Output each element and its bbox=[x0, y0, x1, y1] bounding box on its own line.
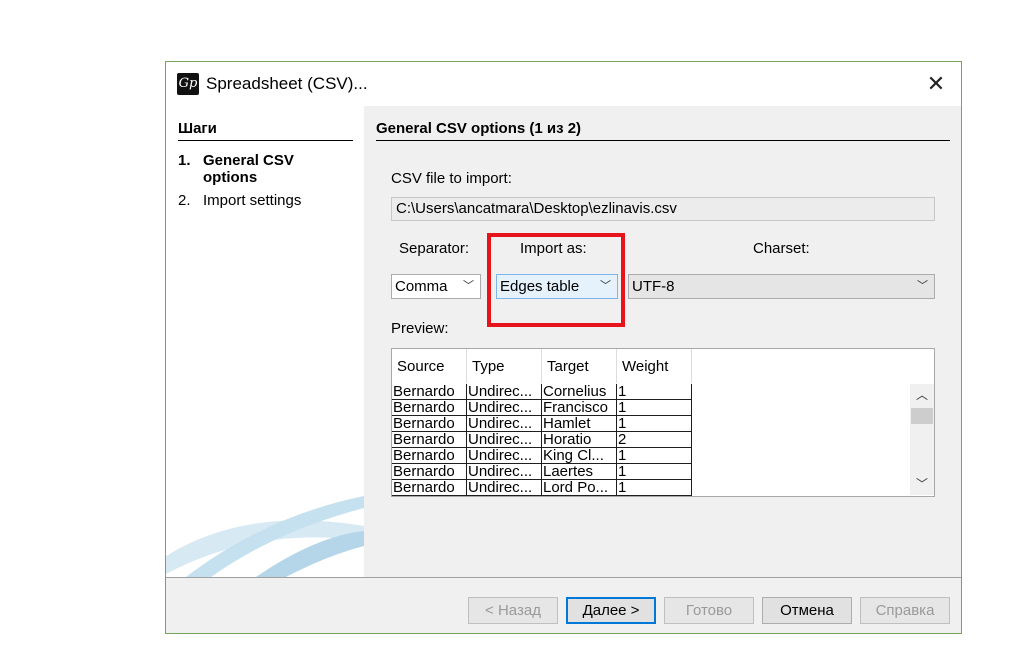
cell-source: Bernardo bbox=[392, 400, 467, 415]
cell-target: Lord Po... bbox=[542, 480, 617, 495]
scroll-down-button[interactable]: ﹀ bbox=[910, 473, 934, 495]
charset-select[interactable]: UTF-8 ﹀ bbox=[628, 274, 935, 299]
chevron-down-icon: ﹀ bbox=[463, 280, 474, 292]
cell-weight: 2 bbox=[617, 432, 692, 447]
cell-type: Undirec... bbox=[467, 384, 542, 399]
cancel-button[interactable]: Отмена bbox=[762, 597, 852, 624]
import-as-highlight-box bbox=[487, 233, 625, 327]
preview-table[interactable]: Source Type Target Weight Bernardo Undir… bbox=[391, 348, 935, 497]
cell-source: Bernardo bbox=[392, 432, 467, 447]
cell-weight: 1 bbox=[617, 448, 692, 463]
cell-source: Bernardo bbox=[392, 416, 467, 431]
gephi-app-icon: Gp bbox=[177, 73, 199, 95]
separator-label: Separator: bbox=[399, 240, 470, 257]
chevron-up-icon: ︿ bbox=[915, 388, 928, 402]
close-button[interactable]: ✕ bbox=[918, 66, 954, 102]
scrollbar-thumb[interactable] bbox=[911, 408, 933, 424]
step-import-settings: 2. Import settings bbox=[178, 192, 301, 209]
cell-target: Horatio bbox=[542, 432, 617, 447]
column-header-weight[interactable]: Weight bbox=[617, 349, 692, 383]
step-number: 1. bbox=[178, 152, 191, 169]
cell-target: King Cl... bbox=[542, 448, 617, 463]
table-row: Bernardo Undirec... Lord Po... 1 bbox=[392, 480, 692, 496]
scroll-up-button[interactable]: ︿ bbox=[910, 384, 934, 406]
table-row: Bernardo Undirec... King Cl... 1 bbox=[392, 448, 692, 464]
back-button[interactable]: < Назад bbox=[468, 597, 558, 624]
cell-type: Undirec... bbox=[467, 480, 542, 495]
step-general-csv-options: 1. General CSV options bbox=[178, 152, 313, 186]
wizard-decoration-graphic bbox=[166, 496, 364, 577]
footer-divider bbox=[166, 577, 961, 578]
cell-target: Francisco bbox=[542, 400, 617, 415]
cell-type: Undirec... bbox=[467, 400, 542, 415]
cell-type: Undirec... bbox=[467, 416, 542, 431]
table-row: Bernardo Undirec... Hamlet 1 bbox=[392, 416, 692, 432]
title-bar: Gp Spreadsheet (CSV)... ✕ bbox=[166, 62, 961, 106]
close-icon: ✕ bbox=[926, 71, 946, 96]
column-header-source[interactable]: Source bbox=[392, 349, 467, 383]
preview-vertical-scrollbar[interactable]: ︿ ﹀ bbox=[910, 384, 934, 495]
steps-panel: Шаги 1. General CSV options 2. Import se… bbox=[166, 106, 364, 577]
step-title: General CSV options (1 из 2) bbox=[376, 120, 950, 141]
csv-file-label: CSV file to import: bbox=[391, 170, 512, 187]
csv-file-path-field[interactable]: C:\Users\ancatmara\Desktop\ezlinavis.csv bbox=[391, 197, 935, 221]
cell-type: Undirec... bbox=[467, 432, 542, 447]
table-row: Bernardo Undirec... Horatio 2 bbox=[392, 432, 692, 448]
cell-source: Bernardo bbox=[392, 448, 467, 463]
column-header-target[interactable]: Target bbox=[542, 349, 617, 383]
cell-type: Undirec... bbox=[467, 464, 542, 479]
table-row: Bernardo Undirec... Cornelius 1 bbox=[392, 384, 692, 400]
finish-button[interactable]: Готово bbox=[664, 597, 754, 624]
step-label: Import settings bbox=[203, 192, 302, 209]
separator-value: Comma bbox=[395, 278, 448, 295]
csv-import-dialog: Gp Spreadsheet (CSV)... ✕ Шаги 1. Genera… bbox=[165, 61, 962, 634]
next-button[interactable]: Далее > bbox=[566, 597, 656, 624]
cell-target: Laertes bbox=[542, 464, 617, 479]
cell-weight: 1 bbox=[617, 400, 692, 415]
separator-select[interactable]: Comma ﹀ bbox=[391, 274, 481, 299]
cell-weight: 1 bbox=[617, 464, 692, 479]
chevron-down-icon: ﹀ bbox=[917, 280, 928, 292]
chevron-down-icon: ﹀ bbox=[915, 477, 928, 491]
step-number: 2. bbox=[178, 192, 191, 209]
cell-source: Bernardo bbox=[392, 464, 467, 479]
steps-heading: Шаги bbox=[178, 120, 353, 141]
step-label: General CSV options bbox=[203, 152, 294, 186]
options-panel: General CSV options (1 из 2) CSV file to… bbox=[364, 106, 961, 577]
cell-target: Cornelius bbox=[542, 384, 617, 399]
cell-weight: 1 bbox=[617, 384, 692, 399]
cell-target: Hamlet bbox=[542, 416, 617, 431]
cell-type: Undirec... bbox=[467, 448, 542, 463]
window-title: Spreadsheet (CSV)... bbox=[206, 74, 368, 93]
cell-source: Bernardo bbox=[392, 480, 467, 495]
table-row: Bernardo Undirec... Francisco 1 bbox=[392, 400, 692, 416]
charset-value: UTF-8 bbox=[632, 278, 675, 295]
cell-weight: 1 bbox=[617, 416, 692, 431]
preview-table-header: Source Type Target Weight bbox=[392, 349, 692, 383]
cell-weight: 1 bbox=[617, 480, 692, 495]
preview-table-body: Bernardo Undirec... Cornelius 1 Bernardo… bbox=[392, 384, 692, 496]
help-button[interactable]: Справка bbox=[860, 597, 950, 624]
cell-source: Bernardo bbox=[392, 384, 467, 399]
column-header-type[interactable]: Type bbox=[467, 349, 542, 383]
charset-label: Charset: bbox=[753, 240, 810, 257]
table-row: Bernardo Undirec... Laertes 1 bbox=[392, 464, 692, 480]
preview-label: Preview: bbox=[391, 320, 449, 337]
